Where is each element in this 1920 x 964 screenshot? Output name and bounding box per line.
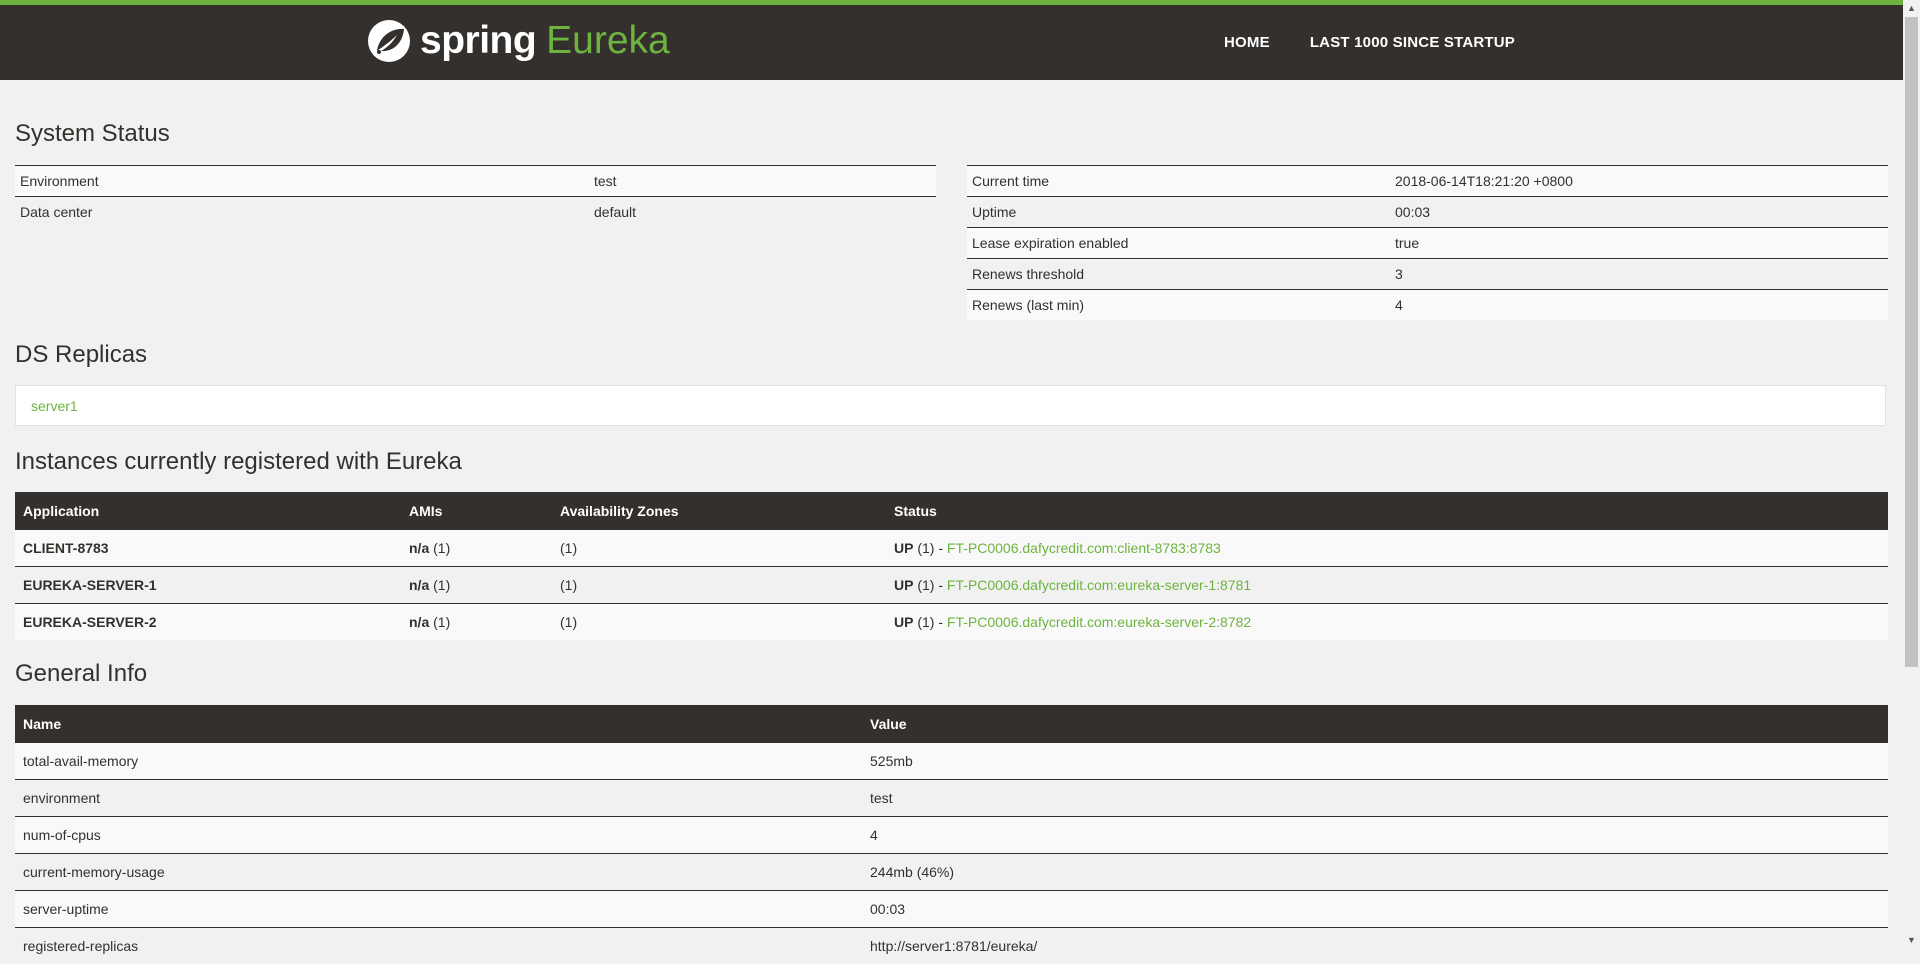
- instance-link[interactable]: FT-PC0006.dafycredit.com:eureka-server-1…: [947, 577, 1251, 593]
- status-value: 00:03: [1390, 197, 1888, 228]
- status-label: Environment: [15, 166, 589, 197]
- table-row: environment test: [15, 780, 1888, 817]
- info-value: 525mb: [862, 743, 1888, 780]
- status-up: UP: [894, 577, 913, 593]
- table-row: Renews (last min) 4: [967, 290, 1888, 321]
- column-header-name: Name: [15, 705, 862, 743]
- table-row: Environment test: [15, 166, 936, 197]
- amis-value: n/a: [409, 577, 429, 593]
- instance-link[interactable]: FT-PC0006.dafycredit.com:client-8783:878…: [947, 540, 1221, 556]
- info-value: 00:03: [862, 891, 1888, 928]
- info-name: num-of-cpus: [15, 817, 862, 854]
- status-value: test: [589, 166, 936, 197]
- availability-zones-cell: (1): [552, 567, 886, 604]
- column-header-amis: AMIs: [401, 492, 552, 530]
- scroll-up-arrow-icon[interactable]: ▲: [1903, 0, 1920, 17]
- status-value: 2018-06-14T18:21:20 +0800: [1390, 166, 1888, 197]
- application-name: CLIENT-8783: [15, 530, 401, 567]
- availability-zones-cell: (1): [552, 604, 886, 641]
- application-name: EUREKA-SERVER-2: [15, 604, 401, 641]
- info-name: registered-replicas: [15, 928, 862, 964]
- info-name: current-memory-usage: [15, 854, 862, 891]
- availability-zones-cell: (1): [552, 530, 886, 567]
- status-label: Renews threshold: [967, 259, 1390, 290]
- info-value: test: [862, 780, 1888, 817]
- status-value: 3: [1390, 259, 1888, 290]
- table-row: EUREKA-SERVER-1 n/a (1) (1) UP (1) - FT-…: [15, 567, 1888, 604]
- amis-count: (1): [429, 614, 450, 630]
- scroll-thumb[interactable]: [1905, 17, 1918, 667]
- amis-cell: n/a (1): [401, 530, 552, 567]
- amis-value: n/a: [409, 540, 429, 556]
- brand-spring-text: spring: [420, 19, 536, 63]
- table-row: Current time 2018-06-14T18:21:20 +0800: [967, 166, 1888, 197]
- application-name: EUREKA-SERVER-1: [15, 567, 401, 604]
- table-row: current-memory-usage 244mb (46%): [15, 854, 1888, 891]
- table-row: registered-replicas http://server1:8781/…: [15, 928, 1888, 964]
- instance-link[interactable]: FT-PC0006.dafycredit.com:eureka-server-2…: [947, 614, 1251, 630]
- brand-logo[interactable]: spring Eureka: [366, 16, 670, 66]
- system-status-left-table: Environment test Data center default: [15, 165, 936, 227]
- table-row: total-avail-memory 525mb: [15, 743, 1888, 780]
- column-header-application: Application: [15, 492, 401, 530]
- scroll-down-arrow-icon[interactable]: ▼: [1903, 932, 1920, 949]
- status-label: Data center: [15, 197, 589, 228]
- status-value: default: [589, 197, 936, 228]
- status-label: Uptime: [967, 197, 1390, 228]
- table-row: Data center default: [15, 197, 936, 228]
- ds-replicas-heading: DS Replicas: [15, 341, 147, 369]
- table-header-row: Name Value: [15, 705, 1888, 743]
- amis-count: (1): [429, 540, 450, 556]
- status-up: UP: [894, 540, 913, 556]
- amis-cell: n/a (1): [401, 567, 552, 604]
- status-up: UP: [894, 614, 913, 630]
- status-label: Renews (last min): [967, 290, 1390, 321]
- status-cell: UP (1) - FT-PC0006.dafycredit.com:eureka…: [886, 567, 1888, 604]
- table-row: Uptime 00:03: [967, 197, 1888, 228]
- column-header-value: Value: [862, 705, 1888, 743]
- instances-heading: Instances currently registered with Eure…: [15, 448, 462, 476]
- amis-value: n/a: [409, 614, 429, 630]
- status-cell: UP (1) - FT-PC0006.dafycredit.com:client…: [886, 530, 1888, 567]
- table-row: EUREKA-SERVER-2 n/a (1) (1) UP (1) - FT-…: [15, 604, 1888, 641]
- status-label: Lease expiration enabled: [967, 228, 1390, 259]
- info-name: environment: [15, 780, 862, 817]
- info-name: server-uptime: [15, 891, 862, 928]
- top-navbar: spring Eureka HOME LAST 1000 SINCE START…: [0, 0, 1903, 80]
- system-status-right-table: Current time 2018-06-14T18:21:20 +0800 U…: [967, 165, 1888, 320]
- table-row: server-uptime 00:03: [15, 891, 1888, 928]
- status-cell: UP (1) - FT-PC0006.dafycredit.com:eureka…: [886, 604, 1888, 641]
- table-row: Lease expiration enabled true: [967, 228, 1888, 259]
- instances-table: Application AMIs Availability Zones Stat…: [15, 492, 1888, 640]
- general-info-heading: General Info: [15, 660, 147, 688]
- status-value: true: [1390, 228, 1888, 259]
- info-value: 244mb (46%): [862, 854, 1888, 891]
- status-count: (1) -: [913, 614, 946, 630]
- info-value: http://server1:8781/eureka/: [862, 928, 1888, 964]
- table-row: Renews threshold 3: [967, 259, 1888, 290]
- general-info-table: Name Value total-avail-memory 525mb envi…: [15, 705, 1888, 964]
- replica-link-server1[interactable]: server1: [31, 398, 78, 414]
- system-status-heading: System Status: [15, 120, 170, 148]
- table-header-row: Application AMIs Availability Zones Stat…: [15, 492, 1888, 530]
- amis-count: (1): [429, 577, 450, 593]
- amis-cell: n/a (1): [401, 604, 552, 641]
- info-value: 4: [862, 817, 1888, 854]
- table-row: num-of-cpus 4: [15, 817, 1888, 854]
- nav-last-1000-link[interactable]: LAST 1000 SINCE STARTUP: [1310, 34, 1515, 51]
- status-label: Current time: [967, 166, 1390, 197]
- status-value: 4: [1390, 290, 1888, 321]
- nav-links: HOME LAST 1000 SINCE STARTUP: [1224, 5, 1515, 80]
- column-header-status: Status: [886, 492, 1888, 530]
- brand-eureka-text: Eureka: [546, 19, 670, 63]
- spring-leaf-icon: [366, 18, 412, 64]
- status-count: (1) -: [913, 577, 946, 593]
- ds-replicas-list: server1: [15, 385, 1886, 426]
- nav-home-link[interactable]: HOME: [1224, 34, 1270, 51]
- table-row: CLIENT-8783 n/a (1) (1) UP (1) - FT-PC00…: [15, 530, 1888, 567]
- vertical-scrollbar[interactable]: ▲ ▼: [1903, 0, 1920, 949]
- column-header-availability-zones: Availability Zones: [552, 492, 886, 530]
- status-count: (1) -: [913, 540, 946, 556]
- info-name: total-avail-memory: [15, 743, 862, 780]
